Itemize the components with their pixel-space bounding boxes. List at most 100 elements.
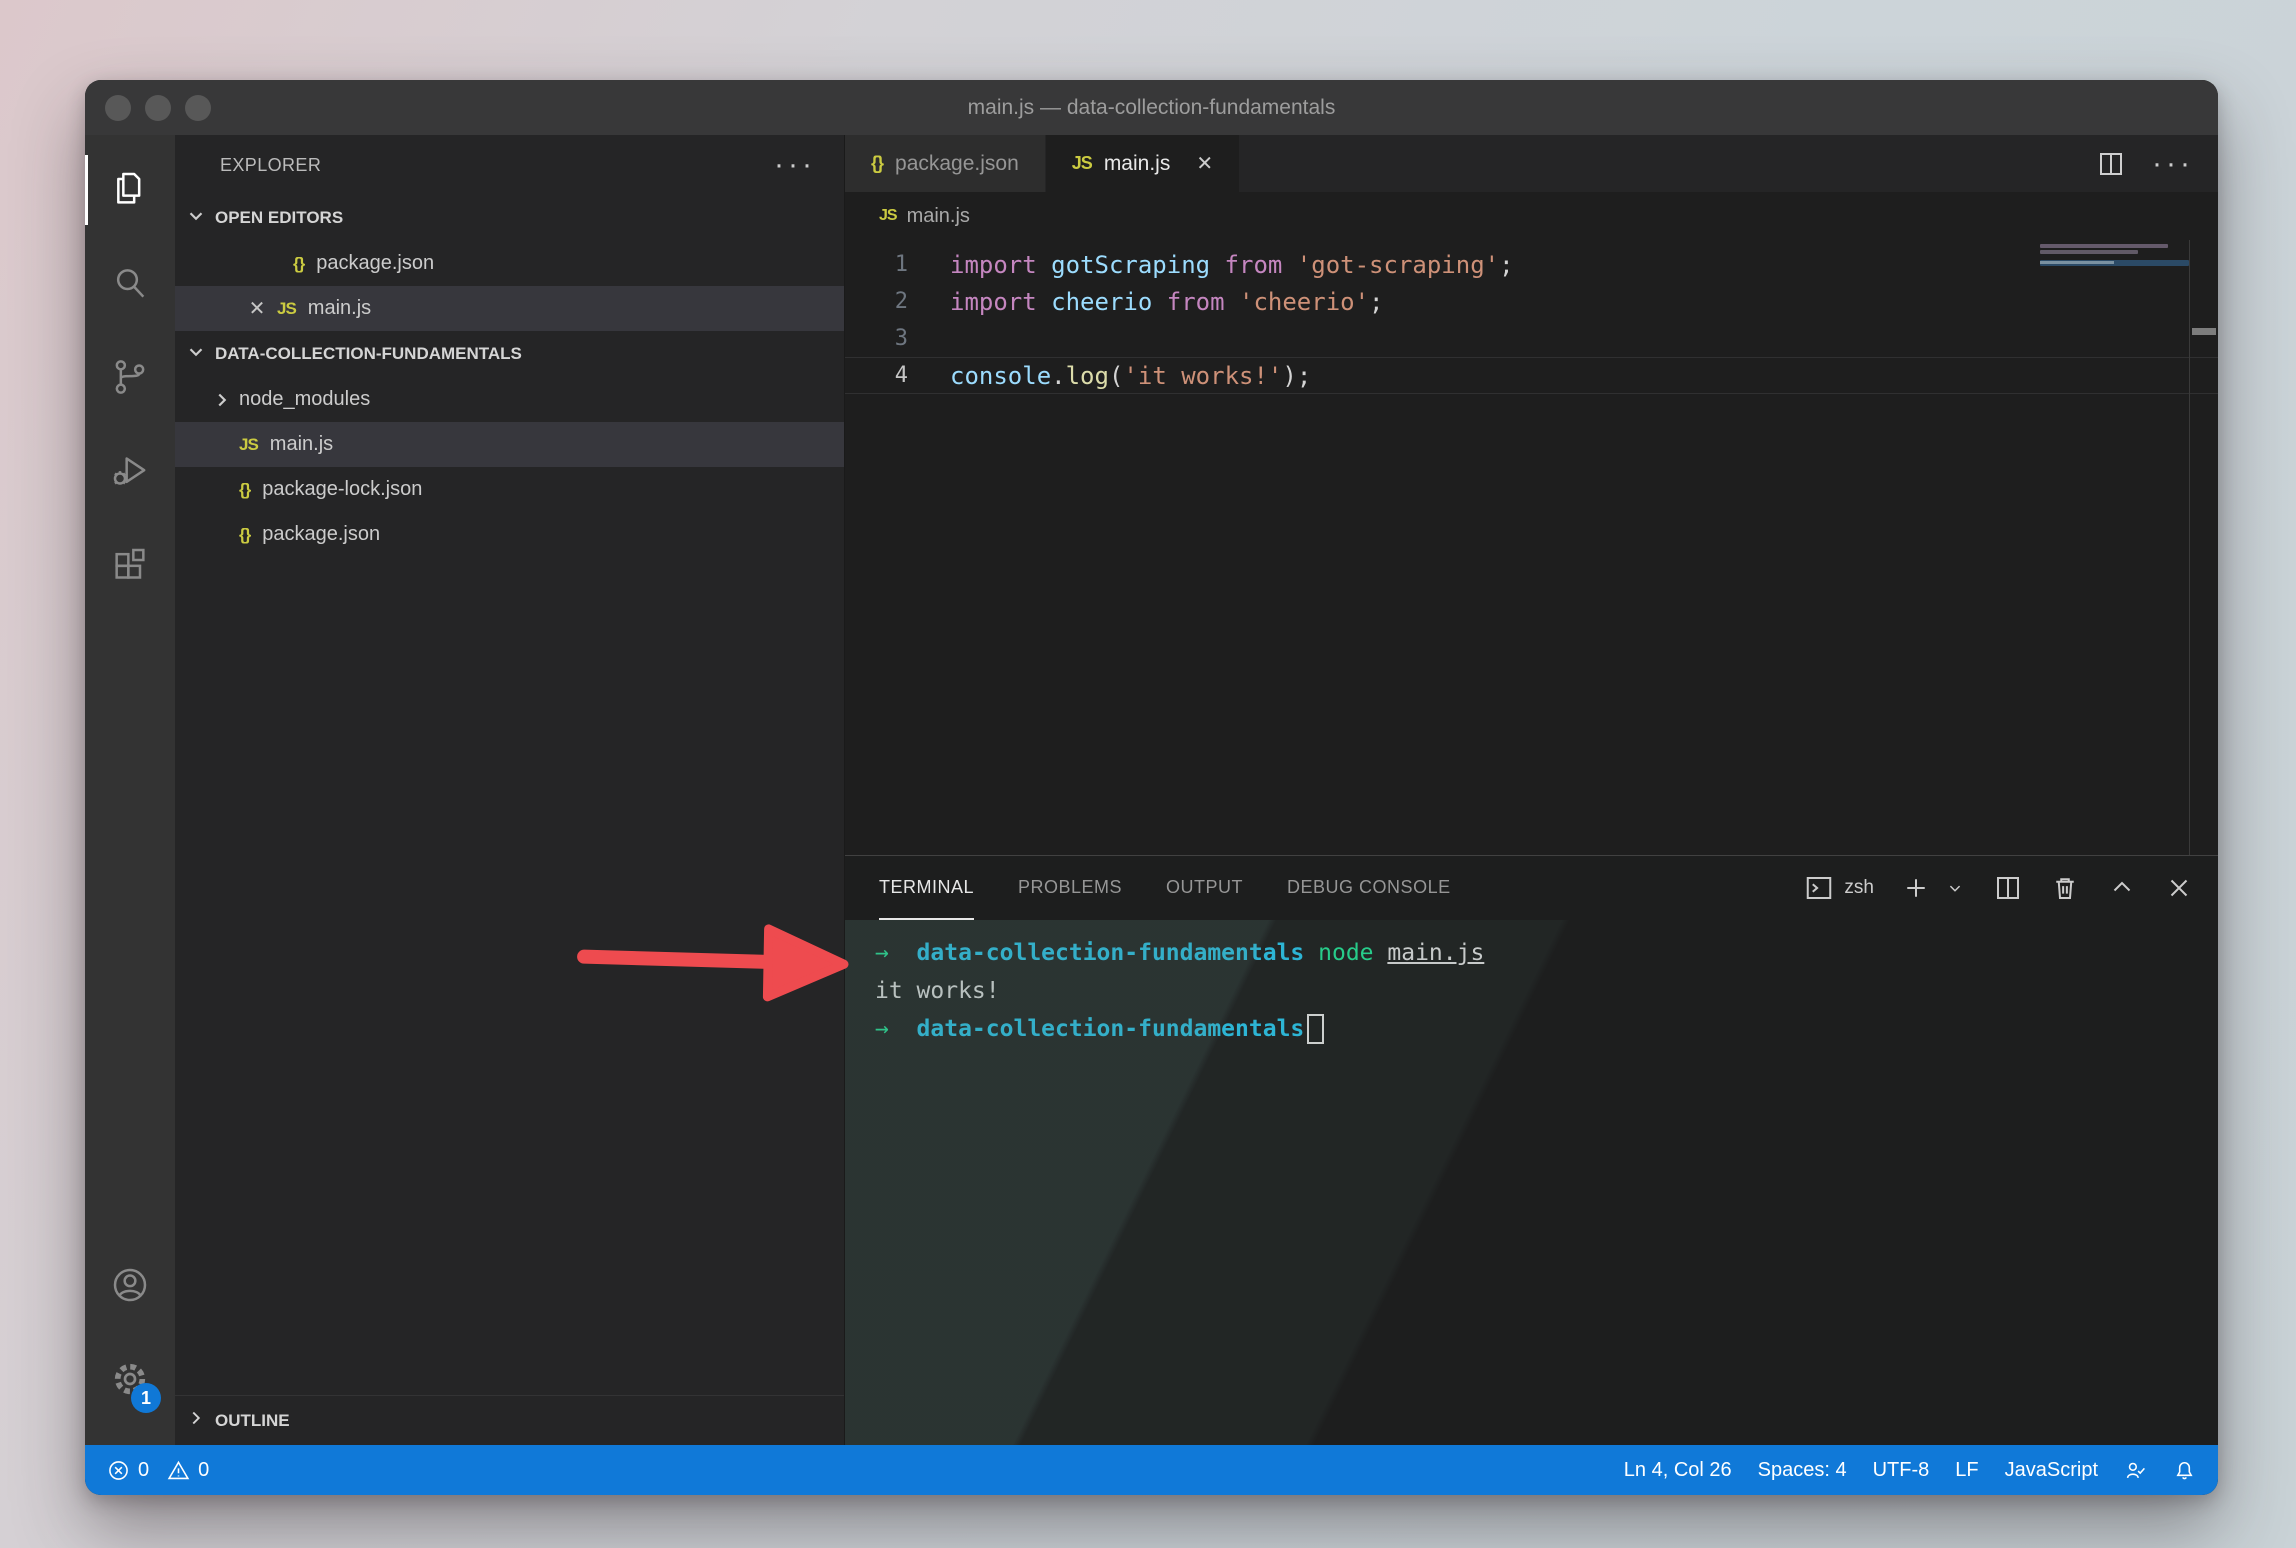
shell-selector[interactable]: zsh: [1804, 873, 1874, 903]
minimap-line: [2040, 250, 2138, 254]
settings-button[interactable]: 1: [85, 1333, 175, 1427]
json-icon: {}: [293, 254, 304, 274]
code-text: import cheerio from 'cheerio';: [950, 288, 1384, 316]
extensions-activity-button[interactable]: [85, 519, 175, 613]
code-lines: 1 import gotScraping from 'got-scraping'…: [845, 240, 2218, 394]
error-icon: [107, 1459, 130, 1482]
close-window-button[interactable]: [105, 95, 131, 121]
chevron-down-icon[interactable]: [1944, 873, 1966, 903]
run-debug-activity-button[interactable]: [85, 425, 175, 519]
source-control-activity-button[interactable]: [85, 331, 175, 425]
line-number: 4: [845, 363, 950, 388]
cursor-position-status[interactable]: Ln 4, Col 26: [1624, 1459, 1732, 1482]
tab-output[interactable]: OUTPUT: [1166, 856, 1243, 920]
kill-terminal-trash-icon[interactable]: [2050, 873, 2080, 903]
scrollbar-thumb[interactable]: [2192, 328, 2216, 335]
editor-group: {} package.json JS main.js ✕ ··· JS: [845, 135, 2218, 1445]
vscode-window: main.js — data-collection-fundamentals: [85, 80, 2218, 1495]
files-icon: [110, 169, 150, 212]
js-icon: JS: [277, 299, 296, 319]
close-panel-icon[interactable]: [2164, 873, 2194, 903]
tree-item-main-js[interactable]: JS main.js: [175, 422, 844, 467]
traffic-lights: [105, 80, 211, 135]
feedback-status[interactable]: [2124, 1459, 2147, 1482]
folder-section-header[interactable]: DATA-COLLECTION-FUNDAMENTALS: [175, 331, 844, 377]
json-icon: {}: [239, 480, 250, 500]
open-editors-section-header[interactable]: OPEN EDITORS: [175, 195, 844, 241]
js-icon: JS: [239, 435, 258, 455]
line-number: 1: [845, 252, 950, 277]
activity-bar-top: [85, 135, 175, 613]
indentation-status[interactable]: Spaces: 4: [1758, 1459, 1847, 1482]
panel-header: TERMINAL PROBLEMS OUTPUT DEBUG CONSOLE z…: [845, 856, 2218, 920]
terminal-line: → data-collection-fundamentals: [875, 1010, 2218, 1048]
tree-item-label: package-lock.json: [262, 478, 422, 501]
run-debug-icon: [110, 451, 150, 494]
split-editor-icon[interactable]: [2096, 149, 2126, 179]
tab-problems[interactable]: PROBLEMS: [1018, 856, 1122, 920]
code-line-1: 1 import gotScraping from 'got-scraping'…: [845, 246, 2218, 283]
code-line-2: 2 import cheerio from 'cheerio';: [845, 283, 2218, 320]
code-text: import gotScraping from 'got-scraping';: [950, 251, 1514, 279]
code-line-4-current: 4 console.log('it works!');: [845, 357, 2218, 394]
split-terminal-icon[interactable]: [1993, 873, 2023, 903]
minimap[interactable]: [2040, 244, 2189, 268]
new-terminal-icon[interactable]: [1901, 873, 1931, 903]
code-editor[interactable]: 1 import gotScraping from 'got-scraping'…: [845, 240, 2218, 855]
open-editor-main-js[interactable]: ✕ JS main.js: [175, 286, 844, 331]
language-mode-status[interactable]: JavaScript: [2005, 1459, 2098, 1482]
activity-bar-bottom: 1: [85, 1239, 175, 1445]
terminal-output[interactable]: → data-collection-fundamentals node main…: [845, 920, 2218, 1445]
tree-item-label: main.js: [270, 433, 333, 456]
shell-name-label: zsh: [1844, 877, 1874, 899]
maximize-panel-icon[interactable]: [2107, 873, 2137, 903]
search-activity-button[interactable]: [85, 237, 175, 331]
outline-section-header[interactable]: OUTLINE: [175, 1395, 844, 1445]
minimize-window-button[interactable]: [145, 95, 171, 121]
code-line-3: 3: [845, 320, 2218, 357]
breadcrumb[interactable]: JS main.js: [845, 192, 2218, 240]
explorer-activity-button[interactable]: [85, 143, 175, 237]
close-editor-icon[interactable]: ✕: [237, 296, 277, 321]
line-number: 3: [845, 326, 950, 351]
eol-status[interactable]: LF: [1955, 1459, 1978, 1482]
chevron-right-icon: [185, 1407, 207, 1434]
encoding-status[interactable]: UTF-8: [1873, 1459, 1930, 1482]
close-tab-icon[interactable]: ✕: [1196, 151, 1213, 176]
notifications-status[interactable]: [2173, 1459, 2196, 1482]
tree-item-node-modules[interactable]: node_modules: [175, 377, 844, 422]
tab-terminal[interactable]: TERMINAL: [879, 856, 974, 920]
panel-tabs: TERMINAL PROBLEMS OUTPUT DEBUG CONSOLE: [879, 856, 1451, 920]
tab-label: package.json: [895, 152, 1019, 176]
editor-actions: ···: [2096, 135, 2218, 192]
open-editor-label: package.json: [316, 252, 434, 275]
terminal-icon: [1804, 873, 1834, 903]
open-editor-package-json[interactable]: {} package.json: [175, 241, 844, 286]
settings-badge: 1: [131, 1383, 161, 1413]
bottom-panel: TERMINAL PROBLEMS OUTPUT DEBUG CONSOLE z…: [845, 855, 2218, 1445]
open-editor-label: main.js: [308, 297, 371, 320]
zoom-window-button[interactable]: [185, 95, 211, 121]
tree-item-label: package.json: [262, 523, 380, 546]
problems-status[interactable]: 0 0: [107, 1459, 209, 1482]
accounts-button[interactable]: [85, 1239, 175, 1333]
feedback-person-icon: [2124, 1459, 2147, 1482]
tab-main-js[interactable]: JS main.js ✕: [1046, 135, 1239, 192]
source-control-icon: [110, 357, 150, 400]
status-bar-left: 0 0: [107, 1459, 209, 1482]
tree-item-package-lock-json[interactable]: {} package-lock.json: [175, 467, 844, 512]
tree-item-package-json[interactable]: {} package.json: [175, 512, 844, 557]
json-icon: {}: [871, 153, 883, 174]
tree-item-label: node_modules: [239, 388, 370, 411]
activity-bar: 1: [85, 135, 175, 1445]
error-count: 0: [138, 1459, 149, 1482]
panel-actions: zsh: [1804, 873, 2194, 903]
status-bar: 0 0 Ln 4, Col 26 Spaces: 4 UTF-8 LF Java…: [85, 1445, 2218, 1495]
open-editors-label: OPEN EDITORS: [215, 208, 343, 228]
minimap-line: [2040, 244, 2168, 248]
tab-debug-console[interactable]: DEBUG CONSOLE: [1287, 856, 1451, 920]
explorer-sidebar: EXPLORER ··· OPEN EDITORS {} package.jso…: [175, 135, 845, 1445]
tab-package-json[interactable]: {} package.json: [845, 135, 1046, 192]
line-number: 2: [845, 289, 950, 314]
sidebar-empty-area: [175, 557, 844, 1395]
